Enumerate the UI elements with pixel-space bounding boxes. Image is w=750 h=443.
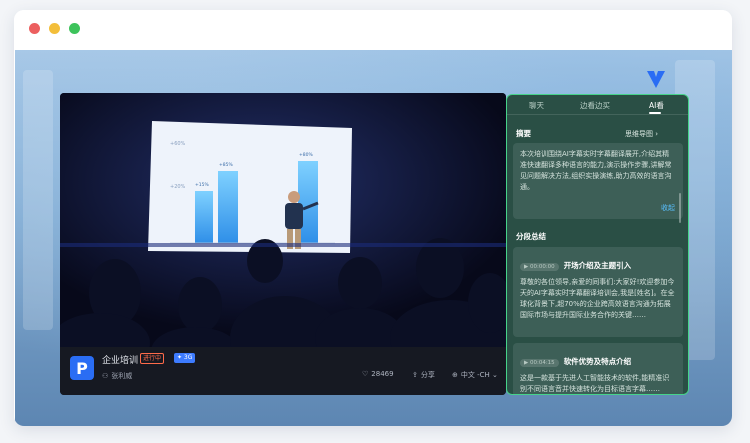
tab-shop[interactable]: 边看边买: [580, 100, 610, 111]
background-blur: [23, 70, 53, 330]
slide-bar-label: +15%: [195, 182, 209, 188]
slide-bar-label: +80%: [299, 152, 313, 158]
active-tab-indicator: [649, 112, 661, 114]
share-icon: ⇪: [412, 371, 418, 379]
views-stat: ♡ 28469: [362, 370, 394, 378]
share-button[interactable]: ⇪ 分享: [412, 370, 435, 380]
summary-heading: 摘要: [516, 129, 531, 138]
slide-tick: +20%: [170, 184, 186, 190]
thumb-icon: ♡: [362, 370, 369, 378]
tab-ai[interactable]: AI看: [649, 100, 664, 111]
brand-v-icon: [647, 71, 665, 88]
segment-title: 开场介绍及主题引入: [563, 261, 632, 270]
background-stage: +60% +20% +15% +85% +80% P 企业培训 进行中 ✦ 3G…: [15, 50, 732, 426]
mindmap-link[interactable]: 思维导图 ›: [625, 129, 658, 139]
live-status-badge: 进行中: [140, 353, 165, 364]
slide-tick: +60%: [170, 141, 186, 147]
minimize-window-button[interactable]: [49, 23, 60, 34]
scrollbar[interactable]: [679, 193, 681, 223]
tab-chat[interactable]: 聊天: [529, 100, 544, 111]
slide-bar-label: +85%: [219, 162, 233, 168]
video-info-bar: P 企业培训 进行中 ✦ 3G ⚇ 张利威 ♡ 28469 ⇪ 分享 ⊕ 中文 -CH …: [60, 347, 506, 395]
maximize-window-button[interactable]: [69, 23, 80, 34]
panel-tabs: 聊天 边看边买 AI看: [507, 95, 688, 115]
views-count: 28469: [371, 370, 394, 378]
language-select[interactable]: ⊕ 中文 -CH ⌄: [452, 370, 498, 380]
segments-heading: 分段总结: [516, 232, 546, 241]
share-label: 分享: [420, 371, 435, 379]
app-window: +60% +20% +15% +85% +80% P 企业培训 进行中 ✦ 3G…: [14, 10, 732, 426]
segment-body: 尊敬的各位领导,亲爱的同事们:大家好!欢迎参加今天的AI字幕实时字幕翻译培训会,…: [520, 278, 675, 319]
segment-time[interactable]: ▶ 00:00:00: [520, 263, 559, 271]
summary-text: 本次培训围绕AI字幕实时字幕翻译展开,介绍其精准快速翻译多种语言的能力,演示操作…: [520, 150, 672, 191]
video-player[interactable]: +60% +20% +15% +85% +80% P 企业培训 进行中 ✦ 3G…: [60, 93, 506, 395]
ai-side-panel: 聊天 边看边买 AI看 摘要 思维导图 › 本次培训围绕AI字幕实时字幕翻译展开…: [506, 94, 689, 395]
ai-badge: ✦ 3G: [174, 353, 196, 363]
close-window-button[interactable]: [29, 23, 40, 34]
summary-card: 本次培训围绕AI字幕实时字幕翻译展开,介绍其精准快速翻译多种语言的能力,演示操作…: [513, 143, 683, 223]
segment-card[interactable]: ▶ 00:00:00 开场介绍及主题引入 尊敬的各位领导,亲爱的同事们:大家好!欢…: [513, 247, 683, 337]
presenter-info: ⚇ 张利威: [102, 371, 132, 381]
course-title: 企业培训: [102, 356, 139, 366]
segment-card[interactable]: ▶ 00:04:15 软件优势及特点介绍 这是一款基于先进人工智能技术的软件,能精…: [513, 343, 683, 394]
segment-title: 软件优势及特点介绍: [563, 357, 632, 366]
user-icon: ⚇: [102, 372, 109, 380]
channel-logo: P: [70, 356, 94, 380]
globe-icon: ⊕: [452, 371, 458, 379]
collapse-button[interactable]: 收起: [661, 203, 675, 214]
language-label: 中文 -CH ⌄: [460, 371, 498, 379]
presenter-name: 张利威: [111, 372, 133, 380]
video-frame: +60% +20% +15% +85% +80%: [60, 93, 506, 347]
segment-body: 这是一款基于先进人工智能技术的软件,能精准识别不同语言音并快速转化为目标语言字幕…: [520, 374, 670, 393]
title-bar: [14, 10, 732, 50]
segment-time[interactable]: ▶ 00:04:15: [520, 359, 559, 367]
